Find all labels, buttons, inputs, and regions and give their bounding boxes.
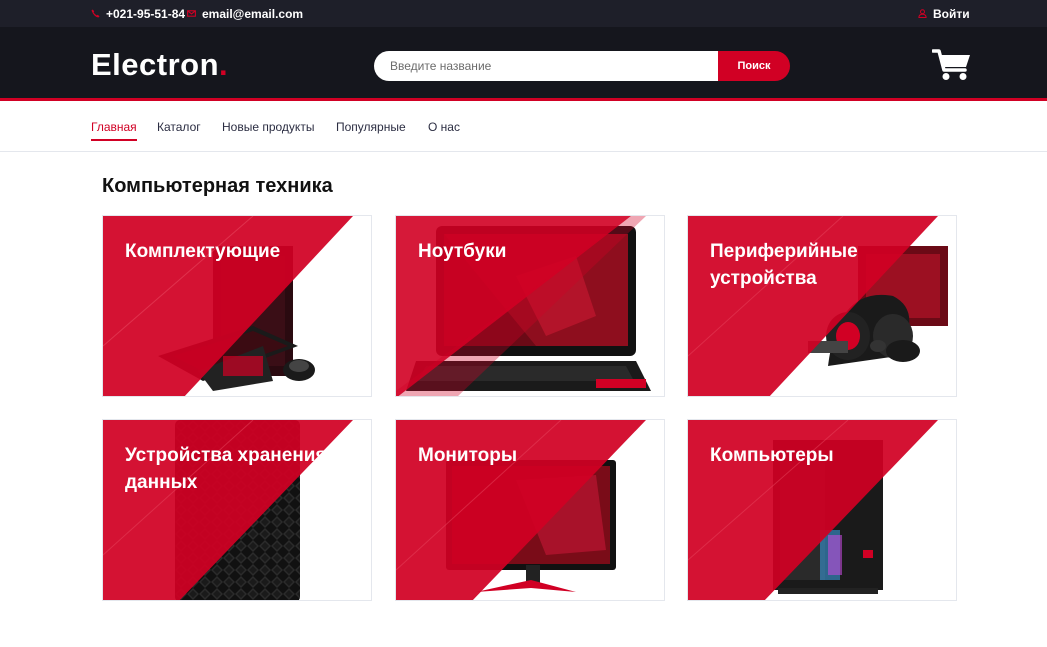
phone-text: +021-95-51-84 — [106, 6, 186, 21]
search-form: Поиск — [374, 51, 790, 81]
category-card-monitors[interactable]: Мониторы — [395, 419, 665, 601]
nav-item-popular[interactable]: Популярные — [336, 120, 406, 139]
category-label: Мониторы — [418, 445, 518, 466]
user-icon — [918, 9, 927, 18]
logo-dot: . — [219, 47, 229, 82]
nav-item-new-products[interactable]: Новые продукты — [222, 120, 314, 139]
logo-text: Electron — [91, 47, 220, 82]
nav-item-catalog[interactable]: Каталог — [157, 120, 201, 139]
category-label: Компьютеры — [710, 445, 834, 466]
main-nav: Главная Каталог Новые продукты Популярны… — [0, 104, 1047, 152]
phone-icon — [91, 9, 100, 18]
email-link[interactable]: email@email.com — [187, 0, 303, 27]
logo[interactable]: Electron. — [91, 47, 228, 83]
category-card-peripherals[interactable]: Периферийные устройства — [687, 215, 957, 397]
category-label: Периферийные устройства — [710, 241, 858, 289]
email-text: email@email.com — [202, 6, 304, 21]
login-link[interactable]: Войти — [918, 0, 970, 27]
header: Electron. Поиск — [0, 27, 1047, 101]
top-bar: +021-95-51-84 email@email.com Войти — [0, 0, 1047, 27]
phone-link[interactable]: +021-95-51-84 — [91, 0, 185, 27]
envelope-icon — [187, 10, 196, 17]
search-input[interactable] — [374, 51, 718, 81]
category-label: Ноутбуки — [418, 241, 507, 262]
category-label: Комплектующие — [125, 241, 281, 262]
category-card-laptops[interactable]: Ноутбуки — [395, 215, 665, 397]
nav-item-about[interactable]: О нас — [428, 120, 460, 139]
nav-item-home[interactable]: Главная — [91, 120, 137, 141]
section-title: Компьютерная техника — [102, 175, 333, 197]
category-card-computers[interactable]: Компьютеры — [687, 419, 957, 601]
category-card-components[interactable]: Комплектующие — [102, 215, 372, 397]
login-text: Войти — [933, 6, 970, 21]
category-card-storage[interactable]: Устройства хранения данных — [102, 419, 372, 601]
search-button[interactable]: Поиск — [718, 51, 790, 81]
cart-icon[interactable] — [932, 48, 972, 82]
category-label: Устройства хранения данных — [125, 445, 327, 493]
